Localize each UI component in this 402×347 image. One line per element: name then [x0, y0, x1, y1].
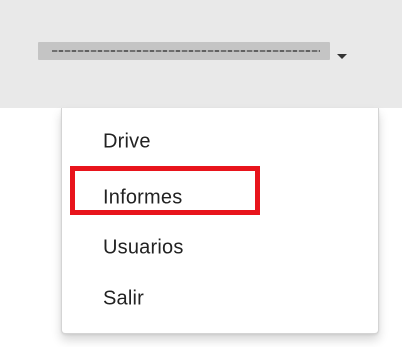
- top-bar: [0, 0, 402, 108]
- menu-item-label: Drive: [103, 130, 151, 153]
- menu-item-label: Informes: [103, 186, 183, 209]
- account-dropdown-menu: Drive Informes Usuarios Salir: [61, 108, 379, 334]
- account-menu-toggle[interactable]: [30, 38, 365, 70]
- chevron-down-icon[interactable]: [337, 54, 347, 59]
- account-name-redacted: [38, 42, 330, 60]
- menu-item-drive[interactable]: Drive: [62, 122, 378, 162]
- menu-item-usuarios[interactable]: Usuarios: [62, 228, 378, 268]
- menu-item-label: Salir: [103, 287, 145, 310]
- menu-item-label: Usuarios: [103, 236, 184, 259]
- menu-item-informes[interactable]: Informes: [62, 178, 378, 218]
- menu-item-salir[interactable]: Salir: [62, 279, 378, 319]
